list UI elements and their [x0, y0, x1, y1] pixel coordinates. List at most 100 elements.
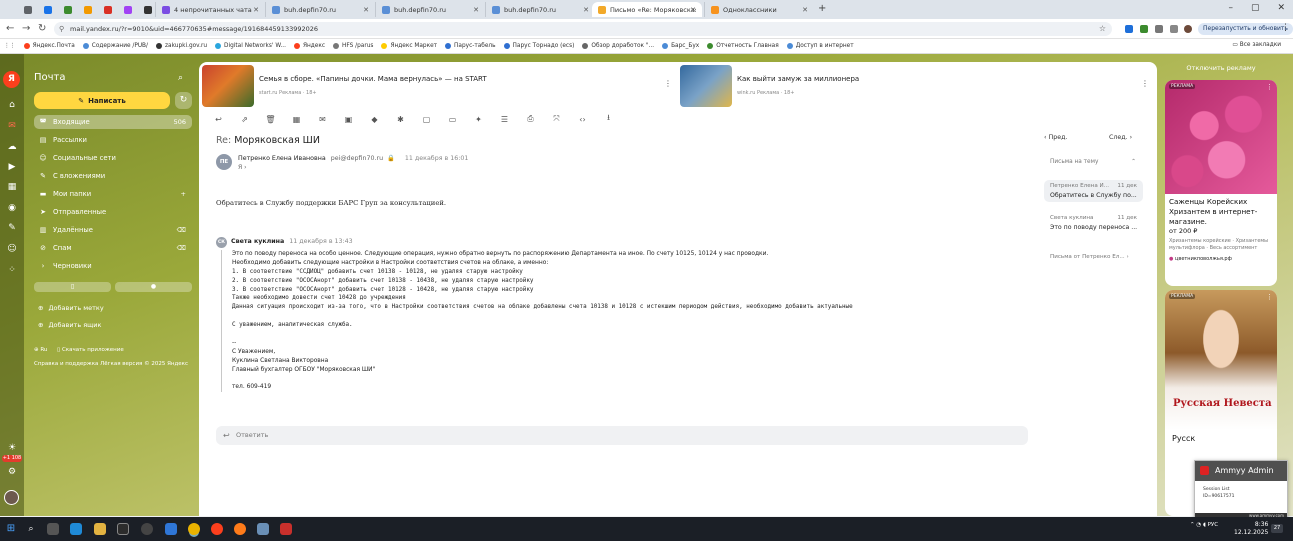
bookmark-item[interactable]: Яндекс Маркет [381, 43, 437, 49]
windows-start-icon[interactable]: ⊞ [5, 523, 17, 535]
add-folder-icon[interactable]: + [181, 190, 186, 198]
search-icon[interactable]: ⌕ [178, 73, 183, 83]
forward-icon[interactable]: ⇗ [239, 115, 250, 124]
top-ad[interactable]: Семья в сборе. «Папины дочки. Мама верну… [199, 65, 674, 109]
task-view-icon[interactable] [47, 523, 59, 535]
browser-tab-pinned[interactable] [78, 2, 98, 17]
bookmark-item[interactable]: Digital Networks' W... [215, 43, 286, 49]
maximize-icon[interactable]: ▢ [1251, 3, 1260, 13]
clear-folder-icon[interactable]: ⌫ [177, 226, 186, 234]
archive-icon[interactable]: ▦ [291, 115, 302, 124]
yandex-browser-icon[interactable] [211, 523, 223, 535]
ammyy-session-list[interactable]: Session List [1203, 487, 1287, 492]
recipient-toggle[interactable]: Я › [238, 164, 246, 171]
tab-close-icon[interactable]: ✕ [690, 6, 696, 14]
bookmark-item[interactable]: Отчетность Главная [707, 43, 779, 49]
app-icon[interactable] [257, 523, 269, 535]
calendar-icon[interactable]: ▦ [6, 181, 18, 193]
restart-update-button[interactable]: Перезапустить и обновить [1198, 23, 1293, 35]
bookmark-star-icon[interactable]: ☆ [1099, 22, 1106, 36]
extension-icon[interactable] [1140, 25, 1148, 33]
tab-close-icon[interactable]: ✕ [802, 6, 808, 14]
mark-unread-icon[interactable]: ✉ [317, 115, 328, 124]
ammyy-admin-window[interactable]: Ammyy Admin Session List ID=90617571 www… [1194, 460, 1288, 520]
top-ad[interactable]: Как выйти замуж за миллионера wink.ru Ре… [677, 65, 1152, 109]
browser-tab[interactable]: 4 непрочитанных чата ✕ [155, 2, 265, 17]
all-bookmarks-button[interactable]: ▭ Все закладки [1232, 42, 1281, 48]
bookmark-item[interactable]: HFS /parus [333, 43, 373, 49]
important-icon[interactable]: ✦ [473, 115, 484, 124]
tab-close-icon[interactable]: ✕ [253, 6, 259, 14]
folder-with-attachments[interactable]: ✎ С вложениями [34, 169, 192, 183]
more-options-icon[interactable]: ⋮ [1141, 79, 1149, 88]
edge-icon[interactable] [70, 523, 82, 535]
bookmark-item[interactable]: Обзор доработок "... [582, 43, 654, 49]
notification-badge[interactable]: 27 [1271, 524, 1283, 533]
telemost-icon[interactable]: ▶ [6, 161, 18, 173]
pin-icon[interactable]: ✱ [395, 115, 406, 124]
quoted-sender-name[interactable]: Света куклина [231, 238, 284, 245]
browser-tab-pinned[interactable] [18, 2, 38, 17]
tab-close-icon[interactable]: ✕ [583, 6, 589, 14]
quick-reply-box[interactable]: ↩ Ответить [216, 426, 1028, 445]
close-window-icon[interactable]: ✕ [1277, 3, 1285, 13]
more-options-icon[interactable]: ⋮ [1266, 83, 1273, 91]
app-icon[interactable] [117, 523, 129, 535]
folder-newsletters[interactable]: ▤ Рассылки [34, 133, 192, 147]
bookmark-item[interactable]: Парус-табель [445, 43, 496, 49]
folder-drafts[interactable]: › Черновики [34, 259, 192, 273]
sender-name[interactable]: Петренко Елена Ивановна [238, 155, 326, 162]
mail-brand-title[interactable]: Почта [34, 72, 66, 83]
notes-icon[interactable]: ✎ [6, 222, 18, 234]
prev-message-button[interactable]: ‹ Пред. [1044, 134, 1068, 141]
reply-icon[interactable]: ↩ [213, 115, 224, 124]
folder-sent[interactable]: ➤ Отправленные [34, 205, 192, 219]
ammyy-taskbar-icon[interactable] [280, 523, 292, 535]
bookmark-item[interactable]: Яндекс [293, 43, 325, 49]
browser-tab-pinned[interactable] [58, 2, 78, 17]
disable-ads-button[interactable]: Отключить рекламу [1165, 64, 1277, 72]
print-icon[interactable]: ⎙ [525, 114, 536, 124]
thread-item[interactable]: Петренко Елена И... 11 дек Обратитесь в С… [1044, 180, 1143, 202]
contacts-icon[interactable]: ☺ [6, 243, 18, 255]
delete-icon[interactable]: 🗑 [265, 115, 276, 124]
back-icon[interactable]: ← [6, 23, 14, 34]
bookmark-item[interactable]: Содержание /PUB/ [82, 43, 148, 49]
folder-trash[interactable]: ▥ Удалённые ⌫ [34, 223, 192, 237]
browser-tab-pinned[interactable] [118, 2, 138, 17]
app-icon[interactable] [141, 523, 153, 535]
bookmark-item[interactable]: zakupki.gov.ru [156, 43, 207, 49]
bookmark-item[interactable]: Доступ в интернет [786, 43, 854, 49]
share-icon[interactable]: ⤧ [551, 114, 562, 124]
file-explorer-icon[interactable] [94, 523, 106, 535]
extension-icon[interactable] [1125, 25, 1133, 33]
weather-icon[interactable]: ☀ [6, 442, 18, 454]
browser-tab-pinned[interactable] [38, 2, 58, 17]
folder-my-folders[interactable]: ▬ Мои папки + [34, 187, 192, 201]
yandex-logo-icon[interactable]: Я [3, 71, 20, 88]
bookmark-item[interactable]: Парус Торнадо (ecs) [503, 43, 574, 49]
new-tab-button[interactable]: + [818, 3, 826, 14]
dot-icon[interactable]: ● [115, 282, 192, 292]
browser-tab[interactable]: Одноклассники ✕ [704, 2, 814, 17]
disk-icon[interactable]: ☁ [6, 141, 18, 153]
apps-grid-icon[interactable]: ⋮⋮ [4, 43, 16, 49]
firefox-icon[interactable] [234, 523, 246, 535]
chrome-icon[interactable] [188, 523, 200, 535]
bookmark-icon[interactable]: ▯ [34, 282, 111, 292]
browser-tab-pinned[interactable] [98, 2, 118, 17]
browser-menu-icon[interactable]: ⋮ [1281, 23, 1290, 33]
more-options-icon[interactable]: ⋮ [1266, 293, 1273, 301]
browser-tab[interactable]: buh.depfin70.ru ✕ [265, 2, 375, 17]
download-icon[interactable]: ⭳ [603, 112, 614, 126]
footer-links[interactable]: Справка и поддержка Лёгкая версия © 2025… [34, 361, 188, 367]
sender-avatar[interactable]: ПЕ [216, 154, 232, 170]
move-to-folder-icon[interactable]: ▣ [343, 115, 354, 124]
browser-tab[interactable]: buh.depfin70.ru ✕ [375, 2, 485, 17]
label-icon[interactable]: ◆ [369, 115, 380, 124]
search-icon[interactable]: ⌕ [25, 523, 37, 535]
browser-tab[interactable]: buh.depfin70.ru ✕ [485, 2, 595, 17]
add-label-link[interactable]: ⊕ Добавить метку [38, 304, 104, 312]
extensions-puzzle-icon[interactable] [1155, 25, 1163, 33]
source-code-icon[interactable]: ‹› [577, 115, 588, 124]
